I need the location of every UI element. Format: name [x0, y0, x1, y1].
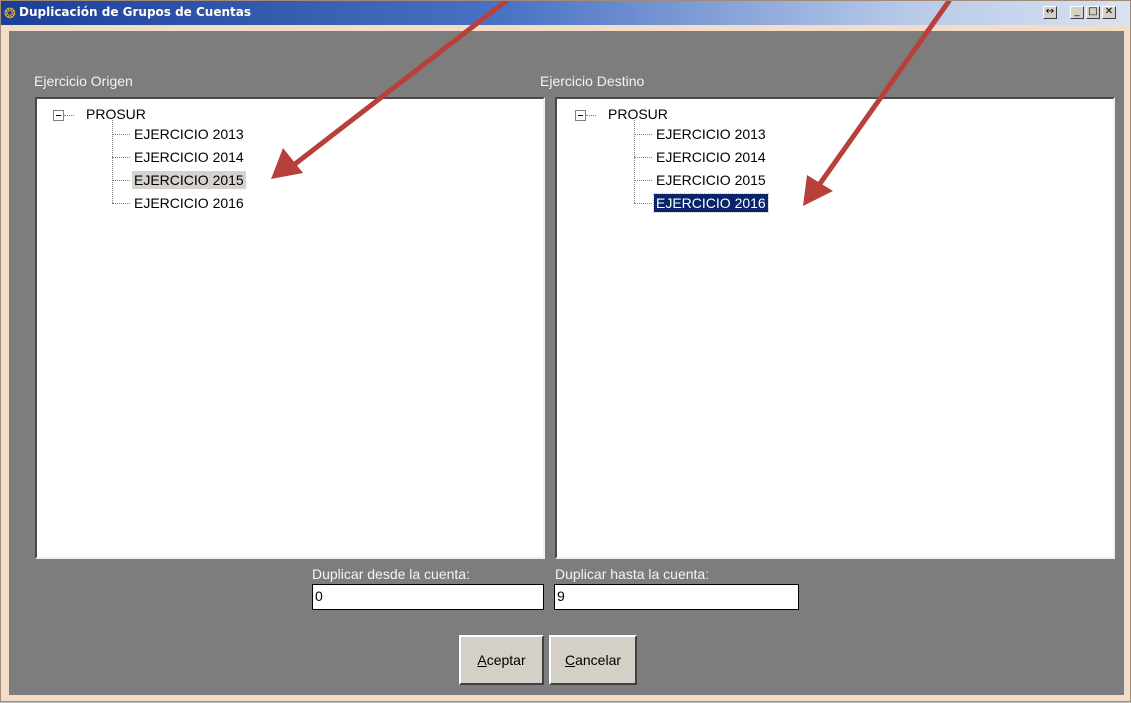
annotation-arrow-origin [271, 1, 509, 179]
annotation-arrow-destination [803, 1, 952, 206]
dialog-window: ❂ Duplicación de Grupos de Cuentas ↔ _ □… [0, 0, 1131, 702]
annotation-arrows [271, 1, 952, 206]
